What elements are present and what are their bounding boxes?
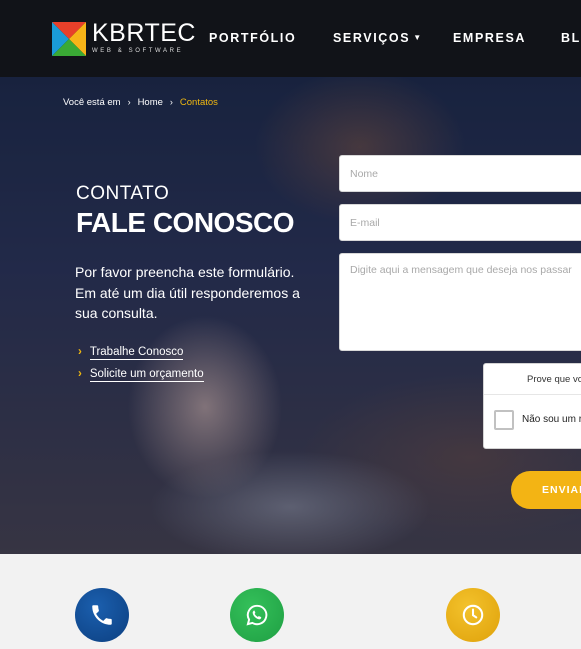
nav-empresa-label: EMPRESA (453, 31, 527, 45)
email-input[interactable] (339, 204, 581, 241)
nav-empresa[interactable]: EMPRESA (453, 31, 526, 45)
chevron-right-icon: › (169, 97, 173, 107)
logo-tagline: WEB & SOFTWARE (92, 48, 184, 54)
send-button[interactable]: ENVIAR (511, 471, 581, 509)
phone-icon (92, 605, 112, 625)
recaptcha-label: Não sou um r (522, 414, 581, 425)
intro-description: Por favor preencha este formulário. Em a… (75, 264, 300, 321)
breadcrumb-current: Contatos (179, 97, 218, 108)
chevron-right-icon: › (78, 346, 82, 358)
chevron-right-icon: › (78, 368, 82, 380)
whatsapp-icon (246, 604, 268, 626)
kbrtec-logo[interactable]: KBRTEC WEB & SOFTWARE (52, 20, 195, 58)
breadcrumb-home[interactable]: Home (138, 97, 163, 108)
message-textarea[interactable] (339, 253, 581, 351)
chevron-right-icon: › (127, 97, 131, 107)
nav-blog-label: BLO (561, 31, 581, 45)
whatsapp-icon-badge (230, 588, 284, 642)
link-trabalhe-conosco[interactable]: › Trabalhe Conosco (78, 346, 184, 360)
recaptcha-prompt: Prove que vo (527, 374, 581, 385)
link-label: Solicite um orçamento (89, 368, 204, 382)
logo-mark-icon (52, 22, 86, 56)
nav-portfolio-label: PORTFÓLIO (209, 31, 297, 45)
divider (484, 394, 581, 395)
logo-name: KBRTEC (92, 19, 196, 47)
chevron-down-icon: ▼ (413, 33, 423, 42)
contact-hero: Você está em › Home › Contatos CONTATO FALE … (0, 77, 581, 554)
link-solicite-orcamento[interactable]: › Solicite um orçamento (78, 368, 204, 382)
section-label: CONTATO (76, 183, 170, 204)
nav-servicos[interactable]: SERVIÇOS ▼ (333, 31, 423, 45)
nav-blog[interactable]: BLO (561, 31, 581, 45)
phone-icon-badge (75, 588, 129, 642)
clock-icon-badge (446, 588, 500, 642)
top-navbar: KBRTEC WEB & SOFTWARE PORTFÓLIO SERVIÇOS… (0, 0, 581, 77)
recaptcha-checkbox[interactable] (494, 410, 514, 430)
breadcrumb: Você está em › Home › Contatos (63, 97, 218, 108)
clock-icon (462, 604, 484, 626)
recaptcha-widget: Prove que vo Não sou um r (483, 363, 581, 449)
link-label: Trabalhe Conosco (89, 346, 184, 360)
page-title: FALE CONOSCO (76, 207, 295, 238)
breadcrumb-prefix: Você está em (63, 97, 121, 108)
contact-info-strip (0, 554, 581, 649)
nav-servicos-label: SERVIÇOS (333, 31, 411, 45)
name-input[interactable] (339, 155, 581, 192)
nav-portfolio[interactable]: PORTFÓLIO (209, 31, 296, 45)
